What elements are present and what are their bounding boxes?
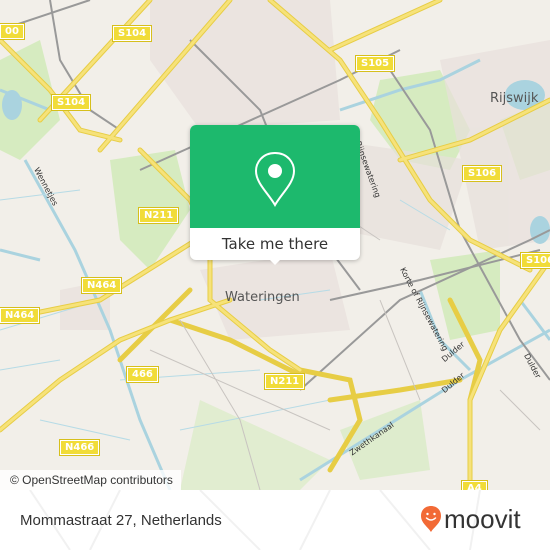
map[interactable]: 00 S104 S104 S105 S106 S106 N211 N211 N4… <box>0 0 550 490</box>
map-pin-icon <box>254 151 296 207</box>
footer: Mommastraat 27, Netherlands moovit <box>0 490 550 550</box>
road-shield-n211: N211 <box>137 207 180 224</box>
map-attribution[interactable]: © OpenStreetMap contributors <box>0 470 181 490</box>
road-shield-s105: S105 <box>354 55 396 72</box>
road-shield-s106: S106 <box>519 252 550 269</box>
moovit-pin-icon <box>421 506 441 532</box>
place-label-rijswijk: Rijswijk <box>490 91 539 106</box>
popup-header <box>190 125 360 228</box>
road-shield-s104: S104 <box>50 94 92 111</box>
moovit-wordmark: moovit <box>444 504 521 534</box>
popup-pointer <box>267 257 283 265</box>
road-shield-s104: S104 <box>111 25 153 42</box>
road-shield-n464: N464 <box>80 277 123 294</box>
take-me-there-button[interactable]: Take me there <box>190 228 360 260</box>
road-shield-n211: N211 <box>263 373 306 390</box>
moovit-logo[interactable]: moovit <box>420 505 521 533</box>
road-shield-466: 466 <box>126 366 159 383</box>
road-shield-s100: 00 <box>0 23 25 40</box>
address-label: Mommastraat 27, Netherlands <box>20 512 222 529</box>
location-popup[interactable]: Take me there <box>190 125 360 265</box>
road-shield-n464: N464 <box>0 307 41 324</box>
road-shield-a4: A4 <box>461 480 488 490</box>
road-shield-n466: N466 <box>58 439 101 456</box>
place-label-wateringen: Wateringen <box>225 290 300 305</box>
road-shield-s106: S106 <box>461 165 503 182</box>
